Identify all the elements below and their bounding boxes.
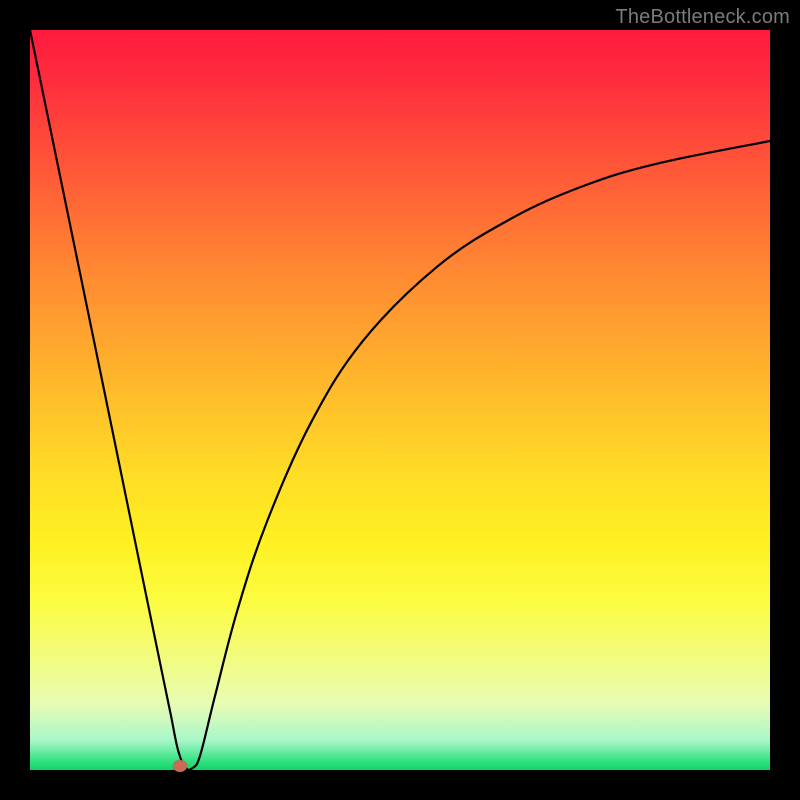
bottleneck-curve bbox=[30, 30, 770, 770]
curve-path bbox=[30, 30, 770, 770]
optimal-point-marker bbox=[173, 760, 187, 772]
chart-frame: TheBottleneck.com bbox=[0, 0, 800, 800]
watermark-text: TheBottleneck.com bbox=[615, 6, 790, 29]
plot-area bbox=[30, 30, 770, 770]
